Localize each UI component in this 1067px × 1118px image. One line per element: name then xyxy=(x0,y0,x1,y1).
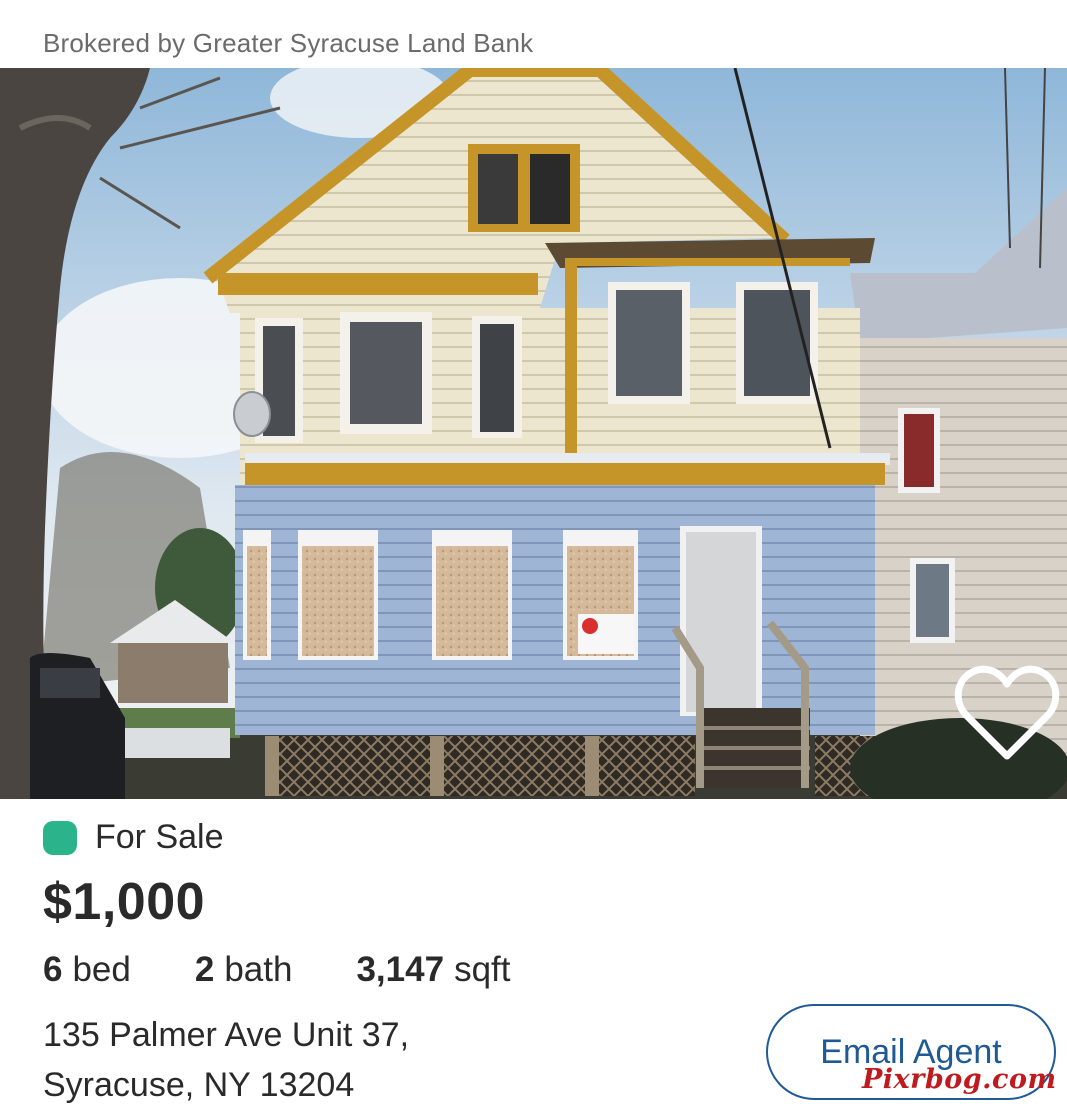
spec-unit: sqft xyxy=(454,950,511,989)
spec-baths: 2 bath xyxy=(195,950,293,990)
watermark: Pixrbog.com xyxy=(862,1064,1057,1095)
address-line-1: 135 Palmer Ave Unit 37, xyxy=(43,1016,410,1054)
spec-beds: 6 bed xyxy=(43,950,131,990)
spec-value: 2 xyxy=(194,950,215,989)
listing-address[interactable]: 135 Palmer Ave Unit 37, Syracuse, NY 132… xyxy=(43,1010,409,1110)
house-photo xyxy=(0,68,1067,799)
listing-price: $1,000 xyxy=(43,873,206,931)
heart-outline-icon xyxy=(954,665,1060,760)
address-line-2: Syracuse, NY 13204 xyxy=(43,1066,355,1104)
status-dot-icon xyxy=(43,820,77,855)
spec-value: 3,147 xyxy=(356,950,445,989)
spec-unit: bath xyxy=(224,950,293,989)
favorite-button[interactable] xyxy=(953,664,1061,764)
spec-unit: bed xyxy=(72,950,131,989)
listing-photo[interactable] xyxy=(0,68,1067,799)
broker-text: Brokered by Greater Syracuse Land Bank xyxy=(43,28,534,58)
spec-sqft: 3,147 sqft xyxy=(356,950,510,990)
listing-status: For Sale xyxy=(43,818,224,857)
spec-value: 6 xyxy=(43,950,63,989)
listing-specs: 6 bed 2 bath 3,147 sqft xyxy=(43,950,574,990)
status-label: For Sale xyxy=(95,818,224,856)
